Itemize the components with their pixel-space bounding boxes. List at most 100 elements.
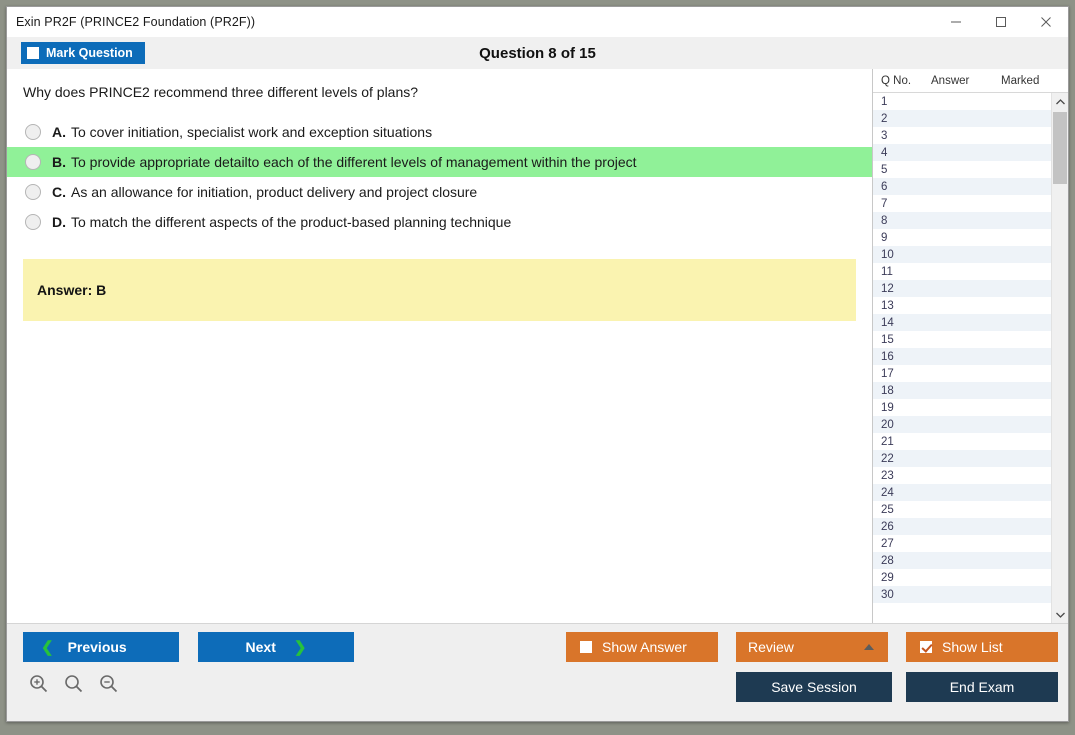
question-row-number: 23 [881, 469, 894, 482]
question-list-row[interactable]: 9 [873, 229, 1051, 246]
body-area: Why does PRINCE2 recommend three differe… [7, 69, 1068, 623]
maximize-button[interactable] [978, 7, 1023, 37]
question-list-row[interactable]: 30 [873, 586, 1051, 603]
option-letter-d: D. [52, 214, 66, 230]
question-list-row[interactable]: 14 [873, 314, 1051, 331]
question-list-row[interactable]: 15 [873, 331, 1051, 348]
option-text-b: To provide appropriate detailto each of … [71, 154, 637, 170]
question-row-number: 6 [881, 180, 888, 193]
question-row-number: 29 [881, 571, 894, 584]
question-list-row[interactable]: 13 [873, 297, 1051, 314]
question-list-row[interactable]: 23 [873, 467, 1051, 484]
question-row-number: 27 [881, 537, 894, 550]
question-list-row[interactable]: 26 [873, 518, 1051, 535]
option-radio-d[interactable] [25, 214, 41, 230]
question-list-row[interactable]: 18 [873, 382, 1051, 399]
scroll-up-icon[interactable] [1052, 93, 1068, 110]
answer-box: Answer: B [23, 259, 856, 321]
question-list-row[interactable]: 20 [873, 416, 1051, 433]
question-row-number: 20 [881, 418, 894, 431]
title-bar: Exin PR2F (PRINCE2 Foundation (PR2F)) [7, 7, 1068, 37]
question-list-row[interactable]: 8 [873, 212, 1051, 229]
question-list-row[interactable]: 12 [873, 280, 1051, 297]
question-row-number: 24 [881, 486, 894, 499]
question-list-row[interactable]: 16 [873, 348, 1051, 365]
option-row-c[interactable]: C. As an allowance for initiation, produ… [7, 177, 872, 207]
question-list-row[interactable]: 27 [873, 535, 1051, 552]
chevron-up-icon [864, 644, 874, 650]
window-controls [933, 7, 1068, 36]
question-list-row[interactable]: 28 [873, 552, 1051, 569]
question-list-row[interactable]: 25 [873, 501, 1051, 518]
column-header-answer: Answer [931, 74, 970, 87]
question-list-row[interactable]: 7 [873, 195, 1051, 212]
question-list-header: Q No. Answer Marked [873, 69, 1068, 93]
question-row-number: 1 [881, 95, 888, 108]
question-row-number: 30 [881, 588, 894, 601]
zoom-out-icon[interactable] [99, 674, 118, 693]
question-list-scrollbar[interactable] [1051, 93, 1068, 623]
mark-question-button[interactable]: Mark Question [21, 42, 145, 64]
question-list-row[interactable]: 10 [873, 246, 1051, 263]
question-list-row[interactable]: 2 [873, 110, 1051, 127]
question-list-row[interactable]: 1 [873, 93, 1051, 110]
question-list-row[interactable]: 11 [873, 263, 1051, 280]
question-row-number: 15 [881, 333, 894, 346]
question-row-number: 28 [881, 554, 894, 567]
minimize-button[interactable] [933, 7, 978, 37]
zoom-in-icon[interactable] [29, 674, 48, 693]
option-radio-a[interactable] [25, 124, 41, 140]
show-answer-label: Show Answer [602, 639, 687, 655]
save-session-label: Save Session [771, 679, 857, 695]
question-row-number: 9 [881, 231, 888, 244]
question-text: Why does PRINCE2 recommend three differe… [23, 84, 419, 100]
zoom-tools [29, 674, 118, 693]
next-label: Next [245, 639, 276, 655]
option-radio-b[interactable] [25, 154, 41, 170]
show-list-checkbox[interactable] [920, 641, 932, 653]
question-row-number: 11 [881, 265, 893, 278]
zoom-reset-icon[interactable] [64, 674, 83, 693]
question-list-row[interactable]: 5 [873, 161, 1051, 178]
mark-question-label: Mark Question [46, 46, 133, 60]
option-letter-a: A. [52, 124, 66, 140]
show-list-label: Show List [942, 639, 1003, 655]
question-list-row[interactable]: 22 [873, 450, 1051, 467]
question-list-row[interactable]: 17 [873, 365, 1051, 382]
save-session-button[interactable]: Save Session [736, 672, 892, 702]
option-row-d[interactable]: D. To match the different aspects of the… [7, 207, 872, 237]
show-answer-button[interactable]: Show Answer [566, 632, 718, 662]
question-row-number: 22 [881, 452, 894, 465]
question-list-row[interactable]: 4 [873, 144, 1051, 161]
scrollbar-track[interactable] [1052, 110, 1068, 606]
scroll-down-icon[interactable] [1052, 606, 1068, 623]
option-letter-b: B. [52, 154, 66, 170]
end-exam-button[interactable]: End Exam [906, 672, 1058, 702]
question-row-number: 7 [881, 197, 888, 210]
question-list-rows: 1 2 3 4 5 6 7 8 9 10 11 12 13 14 15 16 17 18 19 20 21 22 23 24 2… [873, 93, 1051, 623]
question-list-row[interactable]: 21 [873, 433, 1051, 450]
question-list-row[interactable]: 3 [873, 127, 1051, 144]
question-row-number: 16 [881, 350, 894, 363]
question-list-row[interactable]: 29 [873, 569, 1051, 586]
scrollbar-thumb[interactable] [1053, 112, 1067, 184]
question-list-row[interactable]: 24 [873, 484, 1051, 501]
question-counter: Question 8 of 15 [479, 44, 596, 62]
show-list-button[interactable]: Show List [906, 632, 1058, 662]
question-list-row[interactable]: 19 [873, 399, 1051, 416]
options-list: A. To cover initiation, specialist work … [7, 117, 872, 237]
question-list-row[interactable]: 6 [873, 178, 1051, 195]
review-dropdown[interactable]: Review [736, 632, 888, 662]
close-button[interactable] [1023, 7, 1068, 37]
window-title: Exin PR2F (PRINCE2 Foundation (PR2F)) [16, 14, 256, 29]
mark-question-checkbox[interactable] [27, 47, 39, 59]
next-button[interactable]: Next ❯ [198, 632, 354, 662]
previous-button[interactable]: ❮ Previous [23, 632, 179, 662]
option-radio-c[interactable] [25, 184, 41, 200]
question-row-number: 21 [881, 435, 894, 448]
question-row-number: 10 [881, 248, 894, 261]
option-row-a[interactable]: A. To cover initiation, specialist work … [7, 117, 872, 147]
show-answer-checkbox[interactable] [580, 641, 592, 653]
option-row-b[interactable]: B. To provide appropriate detailto each … [7, 147, 872, 177]
option-letter-c: C. [52, 184, 66, 200]
